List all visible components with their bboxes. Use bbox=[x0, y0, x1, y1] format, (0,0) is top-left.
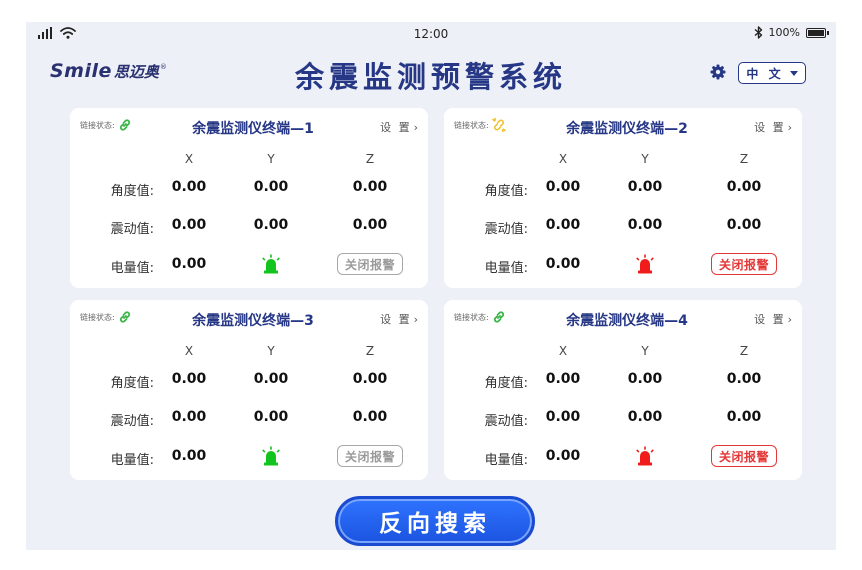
vibration-z-value: 0.00 bbox=[352, 409, 388, 425]
angle-label: 角度值: bbox=[110, 376, 154, 391]
angle-label: 角度值: bbox=[484, 376, 528, 391]
vibration-y-value: 0.00 bbox=[253, 409, 289, 425]
battery-label: 电量值: bbox=[110, 453, 154, 468]
terminal-title: 余震监测仪终端—3 bbox=[192, 313, 314, 329]
battery-label: 电量值: bbox=[484, 261, 528, 276]
column-x: X bbox=[558, 152, 568, 166]
terminal-title: 余震监测仪终端—4 bbox=[566, 313, 688, 329]
battery-label: 电量值: bbox=[110, 261, 154, 276]
settings-link[interactable]: 设 置 › bbox=[754, 119, 792, 135]
red-alarm-lamp-icon bbox=[636, 446, 654, 466]
gear-icon[interactable] bbox=[710, 64, 726, 80]
settings-label: 设 置 bbox=[380, 121, 412, 134]
battery-value: 0.00 bbox=[545, 448, 581, 464]
angle-x-value: 0.00 bbox=[545, 371, 581, 387]
battery-percent: 100% bbox=[768, 26, 800, 39]
column-y: Y bbox=[267, 344, 275, 358]
status-right: 100% bbox=[754, 26, 829, 39]
column-z: Z bbox=[739, 152, 749, 166]
angle-y-value: 0.00 bbox=[627, 371, 663, 387]
column-y: Y bbox=[641, 344, 649, 358]
vibration-z-value: 0.00 bbox=[726, 217, 762, 233]
battery-icon bbox=[806, 27, 829, 38]
language-select[interactable]: 中 文 bbox=[738, 62, 806, 84]
column-x: X bbox=[558, 344, 568, 358]
settings-label: 设 置 bbox=[380, 313, 412, 326]
bluetooth-icon bbox=[754, 26, 762, 39]
chevron-right-icon: › bbox=[413, 120, 418, 134]
battery-value: 0.00 bbox=[171, 256, 207, 272]
vibration-x-value: 0.00 bbox=[545, 409, 581, 425]
angle-x-value: 0.00 bbox=[171, 371, 207, 387]
green-alarm-lamp-icon bbox=[262, 446, 280, 466]
column-x: X bbox=[184, 344, 194, 358]
vibration-y-value: 0.00 bbox=[627, 409, 663, 425]
angle-x-value: 0.00 bbox=[545, 179, 581, 195]
column-z: Z bbox=[365, 152, 375, 166]
battery-label: 电量值: bbox=[484, 453, 528, 468]
status-time: 12:00 bbox=[413, 27, 449, 41]
battery-value: 0.00 bbox=[171, 448, 207, 464]
status-bar: 12:00 100% bbox=[26, 22, 836, 48]
vibration-x-value: 0.00 bbox=[171, 217, 207, 233]
angle-y-value: 0.00 bbox=[253, 179, 289, 195]
card-header: 链接状态: 余震监测仪终端—3 设 置 › bbox=[70, 300, 428, 336]
settings-label: 设 置 bbox=[754, 121, 786, 134]
close-alarm-button[interactable]: 关闭报警 bbox=[711, 253, 777, 275]
vibration-x-value: 0.00 bbox=[545, 217, 581, 233]
vibration-label: 震动值: bbox=[484, 414, 528, 429]
terminal-card-1: 链接状态: 余震监测仪终端—1 设 置 › X Y Z 角度值: 0.00 0.… bbox=[70, 108, 428, 288]
angle-label: 角度值: bbox=[484, 184, 528, 199]
green-alarm-lamp-icon bbox=[262, 254, 280, 274]
vibration-y-value: 0.00 bbox=[253, 217, 289, 233]
settings-link[interactable]: 设 置 › bbox=[380, 119, 418, 135]
angle-y-value: 0.00 bbox=[627, 179, 663, 195]
angle-y-value: 0.00 bbox=[253, 371, 289, 387]
terminal-card-2: 链接状态: 余震监测仪终端—2 设 置 › X Y Z 角度值: 0.00 0.… bbox=[444, 108, 802, 288]
vibration-label: 震动值: bbox=[484, 222, 528, 237]
chevron-right-icon: › bbox=[787, 312, 792, 326]
terminal-card-3: 链接状态: 余震监测仪终端—3 设 置 › X Y Z 角度值: 0.00 0.… bbox=[70, 300, 428, 480]
chevron-right-icon: › bbox=[787, 120, 792, 134]
app-header: Smile 思迈奥 ® 余震监测预警系统 中 文 bbox=[26, 48, 836, 100]
vibration-label: 震动值: bbox=[110, 222, 154, 237]
angle-z-value: 0.00 bbox=[352, 371, 388, 387]
close-alarm-button[interactable]: 关闭报警 bbox=[337, 445, 403, 467]
angle-z-value: 0.00 bbox=[352, 179, 388, 195]
close-alarm-button[interactable]: 关闭报警 bbox=[711, 445, 777, 467]
card-header: 链接状态: 余震监测仪终端—4 设 置 › bbox=[444, 300, 802, 336]
vibration-z-value: 0.00 bbox=[726, 409, 762, 425]
column-x: X bbox=[184, 152, 194, 166]
terminal-card-4: 链接状态: 余震监测仪终端—4 设 置 › X Y Z 角度值: 0.00 0.… bbox=[444, 300, 802, 480]
card-header: 链接状态: 余震监测仪终端—2 设 置 › bbox=[444, 108, 802, 144]
column-y: Y bbox=[641, 152, 649, 166]
angle-z-value: 0.00 bbox=[726, 179, 762, 195]
close-alarm-button[interactable]: 关闭报警 bbox=[337, 253, 403, 275]
vibration-z-value: 0.00 bbox=[352, 217, 388, 233]
settings-label: 设 置 bbox=[754, 313, 786, 326]
settings-link[interactable]: 设 置 › bbox=[380, 311, 418, 327]
vibration-y-value: 0.00 bbox=[627, 217, 663, 233]
vibration-label: 震动值: bbox=[110, 414, 154, 429]
reverse-search-button[interactable]: 反向搜索 bbox=[335, 496, 535, 546]
column-y: Y bbox=[267, 152, 275, 166]
angle-label: 角度值: bbox=[110, 184, 154, 199]
battery-value: 0.00 bbox=[545, 256, 581, 272]
column-z: Z bbox=[365, 344, 375, 358]
caret-down-icon bbox=[789, 70, 798, 76]
vibration-x-value: 0.00 bbox=[171, 409, 207, 425]
column-z: Z bbox=[739, 344, 749, 358]
angle-x-value: 0.00 bbox=[171, 179, 207, 195]
app-screen: 12:00 100% Smile 思迈奥 ® 余震监测预警系统 中 文 链接状态… bbox=[26, 22, 836, 550]
card-header: 链接状态: 余震监测仪终端—1 设 置 › bbox=[70, 108, 428, 144]
language-value: 中 文 bbox=[746, 66, 784, 81]
settings-link[interactable]: 设 置 › bbox=[754, 311, 792, 327]
chevron-right-icon: › bbox=[413, 312, 418, 326]
angle-z-value: 0.00 bbox=[726, 371, 762, 387]
red-alarm-lamp-icon bbox=[636, 254, 654, 274]
terminal-title: 余震监测仪终端—2 bbox=[566, 121, 688, 137]
terminal-title: 余震监测仪终端—1 bbox=[192, 121, 314, 137]
